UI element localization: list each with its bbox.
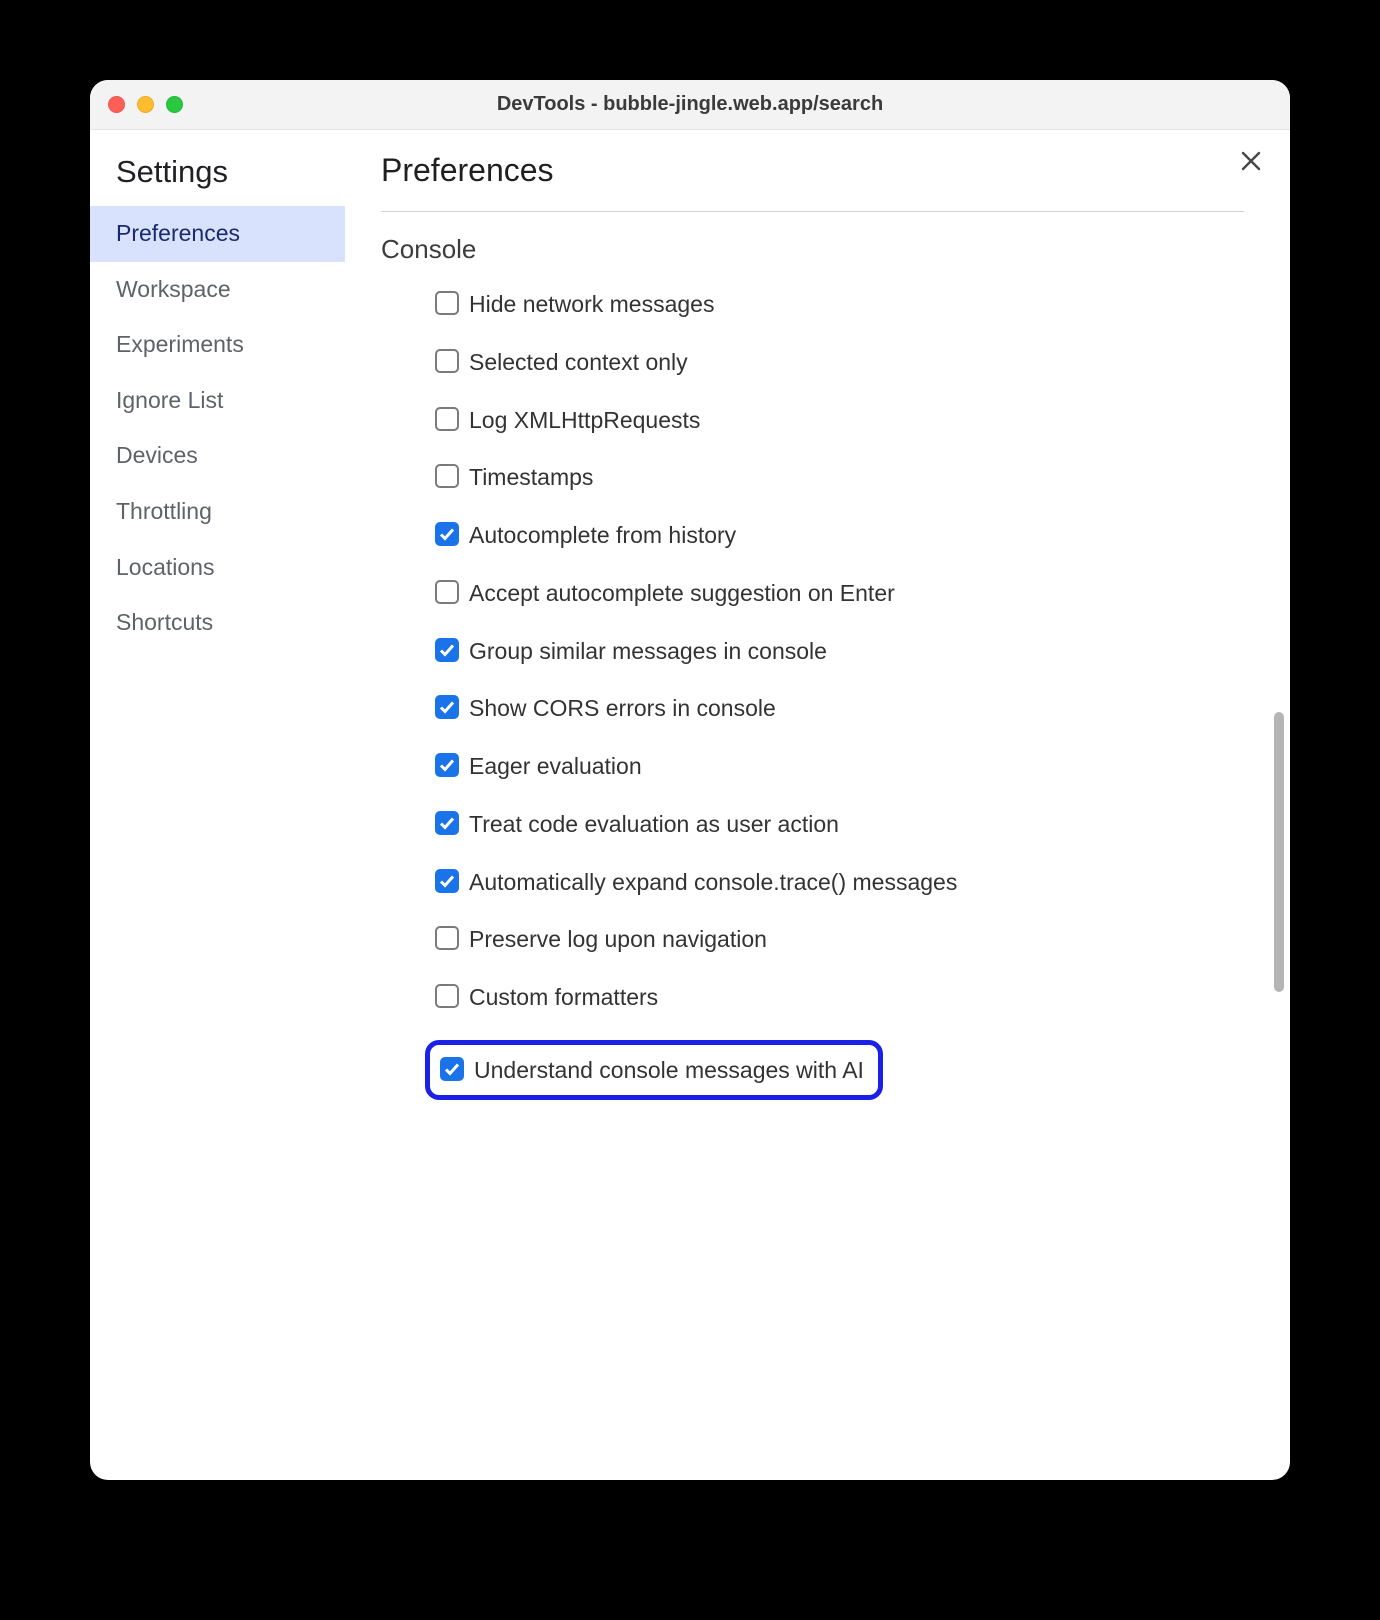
sidebar-item-label: Locations: [116, 554, 214, 580]
option-group-similar-messages-in-console: Group similar messages in console: [435, 636, 1244, 666]
sidebar-item-ignore-list[interactable]: Ignore List: [90, 373, 345, 429]
option-label[interactable]: Eager evaluation: [469, 751, 1244, 781]
option-automatically-expand-console-trace-messages: Automatically expand console.trace() mes…: [435, 867, 1244, 897]
sidebar-item-label: Experiments: [116, 331, 244, 357]
preferences-scroll-area[interactable]: Console Hide network messages Selected co…: [381, 212, 1290, 1480]
checkbox[interactable]: [435, 580, 459, 604]
sidebar-item-devices[interactable]: Devices: [90, 428, 345, 484]
checkbox[interactable]: [435, 984, 459, 1008]
settings-sidebar: Settings Preferences Workspace Experiments…: [90, 130, 345, 1480]
checkbox[interactable]: [440, 1057, 464, 1081]
option-preserve-log-upon-navigation: Preserve log upon navigation: [435, 924, 1244, 954]
checkbox[interactable]: [435, 464, 459, 488]
preferences-panel: Preferences Console Hide network message…: [345, 130, 1290, 1480]
option-label[interactable]: Accept autocomplete suggestion on Enter: [469, 578, 1244, 608]
checkbox[interactable]: [435, 811, 459, 835]
option-label[interactable]: Timestamps: [469, 462, 1244, 492]
section-console-title: Console: [381, 234, 1244, 265]
sidebar-item-shortcuts[interactable]: Shortcuts: [90, 595, 345, 651]
sidebar-item-label: Devices: [116, 442, 198, 468]
window-title: DevTools - bubble-jingle.web.app/search: [90, 93, 1290, 116]
close-window-button[interactable]: [108, 96, 125, 113]
option-custom-formatters: Custom formatters: [435, 982, 1244, 1012]
option-label[interactable]: Show CORS errors in console: [469, 693, 1244, 723]
checkbox[interactable]: [435, 407, 459, 431]
option-hide-network-messages: Hide network messages: [435, 289, 1244, 319]
option-label[interactable]: Hide network messages: [469, 289, 1244, 319]
sidebar-item-workspace[interactable]: Workspace: [90, 262, 345, 318]
option-label[interactable]: Treat code evaluation as user action: [469, 809, 1244, 839]
option-label[interactable]: Understand console messages with AI: [474, 1055, 864, 1085]
checkbox[interactable]: [435, 522, 459, 546]
option-label[interactable]: Log XMLHttpRequests: [469, 405, 1244, 435]
option-log-xmlhttprequests: Log XMLHttpRequests: [435, 405, 1244, 435]
sidebar-item-label: Workspace: [116, 276, 231, 302]
option-treat-code-evaluation-as-user-action: Treat code evaluation as user action: [435, 809, 1244, 839]
sidebar-item-label: Ignore List: [116, 387, 223, 413]
checkbox[interactable]: [435, 869, 459, 893]
option-autocomplete-from-history: Autocomplete from history: [435, 520, 1244, 550]
option-label[interactable]: Automatically expand console.trace() mes…: [469, 867, 1244, 897]
checkbox[interactable]: [435, 291, 459, 315]
option-show-cors-errors-in-console: Show CORS errors in console: [435, 693, 1244, 723]
zoom-window-button[interactable]: [166, 96, 183, 113]
sidebar-item-experiments[interactable]: Experiments: [90, 317, 345, 373]
sidebar-item-locations[interactable]: Locations: [90, 540, 345, 596]
checkbox[interactable]: [435, 638, 459, 662]
sidebar-title: Settings: [90, 148, 345, 206]
sidebar-item-label: Throttling: [116, 498, 212, 524]
sidebar-item-throttling[interactable]: Throttling: [90, 484, 345, 540]
devtools-settings-window: DevTools - bubble-jingle.web.app/search …: [90, 80, 1290, 1480]
window-titlebar: DevTools - bubble-jingle.web.app/search: [90, 80, 1290, 130]
scrollbar-thumb[interactable]: [1274, 712, 1284, 992]
option-label[interactable]: Selected context only: [469, 347, 1244, 377]
option-label[interactable]: Autocomplete from history: [469, 520, 1244, 550]
option-accept-autocomplete-suggestion-on-enter: Accept autocomplete suggestion on Enter: [435, 578, 1244, 608]
settings-content: Settings Preferences Workspace Experiments…: [90, 130, 1290, 1480]
sidebar-item-label: Shortcuts: [116, 609, 213, 635]
option-label[interactable]: Preserve log upon navigation: [469, 924, 1244, 954]
option-timestamps: Timestamps: [435, 462, 1244, 492]
option-eager-evaluation: Eager evaluation: [435, 751, 1244, 781]
option-label[interactable]: Group similar messages in console: [469, 636, 1244, 666]
checkbox[interactable]: [435, 349, 459, 373]
option-selected-context-only: Selected context only: [435, 347, 1244, 377]
highlighted-option: Understand console messages with AI: [425, 1040, 883, 1100]
page-title: Preferences: [381, 152, 1244, 212]
option-understand-console-messages-with-ai: Understand console messages with AI: [440, 1055, 864, 1085]
minimize-window-button[interactable]: [137, 96, 154, 113]
sidebar-item-preferences[interactable]: Preferences: [90, 206, 345, 262]
traffic-lights: [108, 96, 183, 113]
checkbox[interactable]: [435, 753, 459, 777]
sidebar-item-label: Preferences: [116, 220, 240, 246]
checkbox[interactable]: [435, 926, 459, 950]
checkbox[interactable]: [435, 695, 459, 719]
close-icon[interactable]: [1240, 148, 1262, 178]
option-label[interactable]: Custom formatters: [469, 982, 1244, 1012]
